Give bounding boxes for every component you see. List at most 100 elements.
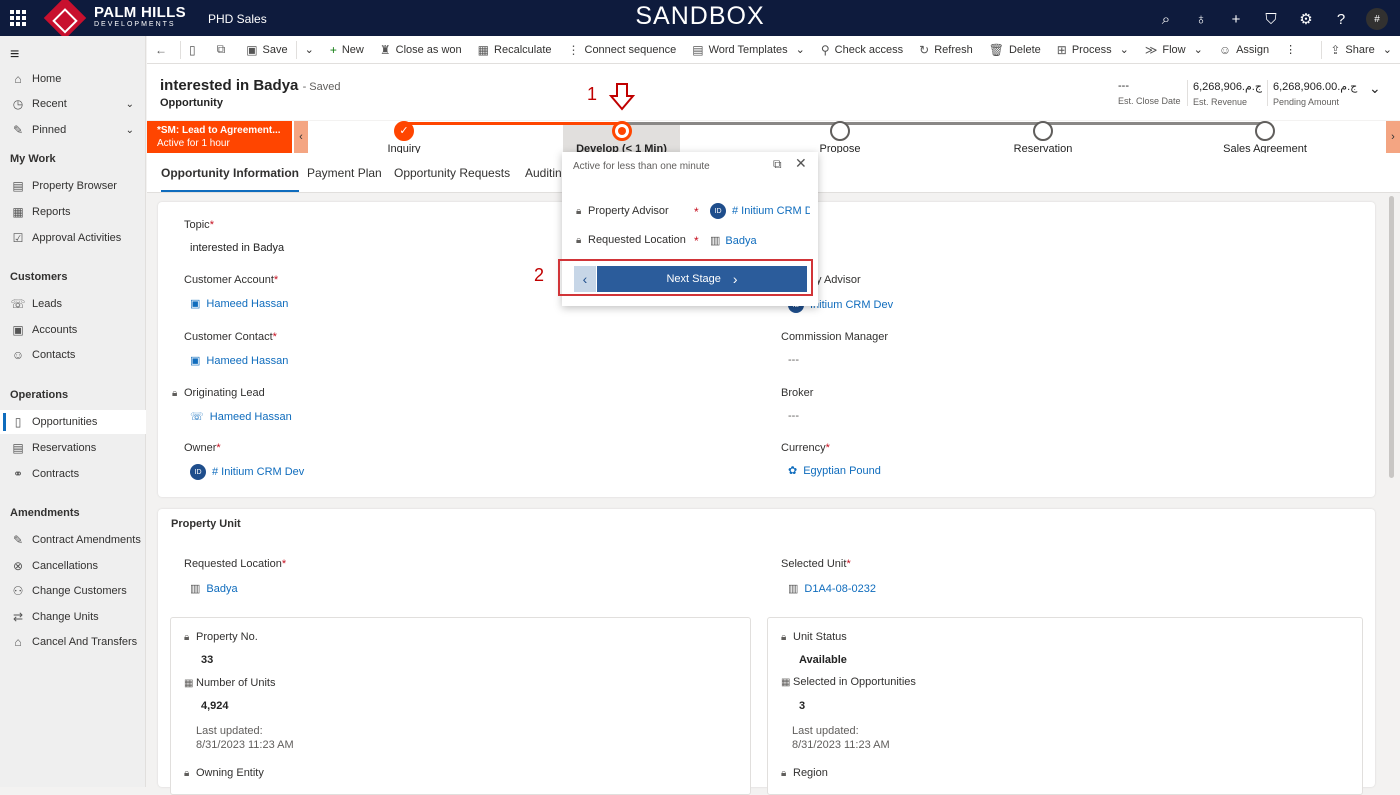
customer-contact-lookup[interactable]: ▣ Hameed Hassan (190, 354, 288, 367)
tab-payment-plan[interactable]: Payment Plan (307, 166, 382, 180)
chevron-down-icon[interactable]: ⌄ (126, 99, 134, 110)
owner-lookup[interactable]: ID # Initium CRM Dev (190, 464, 304, 480)
sidebar-item-change-customers[interactable]: ⚇ Change Customers (0, 579, 146, 603)
form-view-button[interactable]: ▯ (181, 36, 209, 64)
sidebar-item-recent[interactable]: ◷ Recent ⌄ (0, 92, 146, 116)
building-icon: ▤ (12, 179, 24, 193)
sidebar-item-contract-amendments[interactable]: ✎ Contract Amendments (0, 528, 146, 552)
commission-manager-field[interactable]: --- (788, 354, 799, 366)
property-advisor-lookup[interactable]: ID # Initium CRM D (710, 203, 810, 219)
sidebar-item-approval-activities[interactable]: ☑ Approval Activities (0, 226, 146, 250)
nav-group-heading: My Work (10, 153, 56, 165)
originating-lead-lookup[interactable]: ☏ Hameed Hassan (190, 410, 292, 423)
refresh-button[interactable]: ↻ Refresh (911, 36, 981, 64)
more-commands-button[interactable]: ⋮ (1277, 36, 1304, 64)
connect-sequence-button[interactable]: ⋮ Connect sequence (560, 36, 685, 64)
settings-icon[interactable]: ⚙ (1296, 9, 1316, 29)
sidebar-item-property-browser[interactable]: ▤ Property Browser (0, 174, 146, 198)
broker-field[interactable]: --- (788, 410, 799, 422)
bpf-previous-arrow[interactable]: ‹ (294, 121, 308, 153)
process-button[interactable]: ⊞ Process ⌄ (1049, 36, 1137, 64)
check-access-button[interactable]: ⚲ Check access (813, 36, 911, 64)
new-button[interactable]: + New (322, 36, 372, 64)
save-dropdown-button[interactable]: ⌄ (297, 36, 322, 64)
help-icon[interactable]: ? (1331, 9, 1351, 29)
sidebar-item-cancel-and-transfers[interactable]: ⌂ Cancel And Transfers (0, 630, 146, 654)
sidebar-item-leads[interactable]: ☏ Leads (0, 292, 146, 316)
sidebar-item-pinned[interactable]: ✎ Pinned ⌄ (0, 118, 146, 142)
user-avatar[interactable]: # (1366, 8, 1388, 30)
reservation-icon: ▤ (12, 441, 24, 455)
close-as-won-button[interactable]: ♜ Close as won (372, 36, 470, 64)
opportunity-icon: ▯ (14, 415, 22, 429)
dock-flyout-icon[interactable]: ⧉ (773, 157, 782, 172)
scrollbar[interactable] (1389, 196, 1394, 478)
bpf-next-arrow[interactable]: › (1386, 121, 1400, 153)
customer-account-lookup[interactable]: ▣ Hameed Hassan (190, 297, 288, 310)
hamburger-menu-icon[interactable]: ≡ (10, 46, 19, 64)
tab-auditing[interactable]: Auditin (525, 166, 562, 180)
close-icon[interactable]: ✕ (795, 155, 807, 172)
share-button[interactable]: ⇪ Share ⌄ (1322, 36, 1400, 64)
word-templates-button[interactable]: ▤ Word Templates ⌄ (684, 36, 813, 64)
expand-header-icon[interactable]: ⌄ (1369, 80, 1381, 97)
clock-icon: ◷ (12, 97, 24, 111)
field-label: Selected Unit* (781, 558, 851, 570)
building-icon: ▥ (710, 235, 721, 247)
field-label: Customer Account* (184, 274, 279, 286)
building-icon: ▥ (190, 583, 201, 595)
sidebar-item-cancellations[interactable]: ⊗ Cancellations (0, 554, 146, 578)
field-label: 🔒︎ Owning Entity (184, 767, 264, 779)
stage-reservation[interactable]: Reservation (1003, 121, 1083, 155)
chevron-down-icon: ⌄ (304, 44, 314, 56)
popout-icon: ⧉ (216, 42, 226, 56)
back-button[interactable]: ← (147, 36, 180, 64)
delete-button[interactable]: 🗑︎ Delete (981, 36, 1049, 64)
stage-sales-agreement[interactable]: Sales Agreement (1215, 121, 1315, 155)
chevron-down-icon[interactable]: ⌄ (126, 125, 134, 136)
currency-lookup[interactable]: ✿ Egyptian Pound (788, 464, 881, 477)
save-button[interactable]: ▣ Save (238, 36, 295, 64)
nav-group-heading: Operations (10, 389, 69, 401)
stage-propose[interactable]: Propose (805, 121, 875, 155)
handshake-icon: ⚭ (12, 467, 24, 481)
selected-unit-lookup[interactable]: ▥ D1A4-08-0232 (788, 582, 876, 595)
open-new-window-button[interactable]: ⧉ (209, 36, 239, 64)
sidebar-item-change-units[interactable]: ⇄ Change Units (0, 605, 146, 629)
avatar: ID (190, 464, 206, 480)
field-label: 🔒︎ Property Advisor (576, 205, 669, 217)
people-swap-icon: ⚇ (12, 584, 24, 598)
approval-icon: ☑ (12, 231, 24, 245)
filter-icon[interactable]: ⛉ (1261, 9, 1281, 29)
lightbulb-icon[interactable]: ♁ (1191, 9, 1211, 29)
chevron-down-icon: ⌄ (1119, 44, 1129, 56)
lead-icon: ☏ (10, 297, 26, 311)
requested-location-lookup[interactable]: ▥ Badya (190, 582, 238, 595)
lock-icon: 🔒︎ (184, 768, 190, 779)
lock-icon: 🔒︎ (576, 235, 582, 246)
tab-opportunity-information[interactable]: Opportunity Information (161, 166, 299, 192)
plus-icon[interactable]: + (1226, 9, 1246, 29)
tab-opportunity-requests[interactable]: Opportunity Requests (394, 166, 510, 180)
sidebar-item-contacts[interactable]: ☺ Contacts (0, 343, 146, 367)
currency-icon: ✿ (788, 465, 798, 477)
sidebar-item-accounts[interactable]: ▣ Accounts (0, 318, 146, 342)
topic-field[interactable]: interested in Badya (190, 242, 284, 254)
search-icon[interactable]: ⌕ (1156, 9, 1176, 29)
stage-status-text: Active for less than one minute (573, 161, 710, 172)
sidebar-item-opportunities[interactable]: ▯ Opportunities (0, 410, 146, 434)
requested-location-lookup[interactable]: ▥ Badya (710, 234, 757, 247)
active-process-indicator[interactable]: *SM: Lead to Agreement... Active for 1 h… (147, 121, 292, 153)
sidebar-item-reports[interactable]: ▦ Reports (0, 200, 146, 224)
assign-button[interactable]: ☺ Assign (1211, 36, 1277, 64)
recalculate-button[interactable]: ▦ Recalculate (470, 36, 560, 64)
stage-inquiry[interactable]: ✓ Inquiry (369, 121, 439, 155)
field-label: 🔒︎ Property No. (184, 631, 258, 643)
sidebar-item-contracts[interactable]: ⚭ Contracts (0, 462, 146, 486)
sidebar-item-home[interactable]: ⌂ Home (0, 67, 146, 91)
stage-develop[interactable]: Develop (< 1 Min) (563, 121, 680, 155)
flow-button[interactable]: ≫ Flow ⌄ (1137, 36, 1211, 64)
sidebar-item-reservations[interactable]: ▤ Reservations (0, 436, 146, 460)
annotation-number-2: 2 (534, 265, 545, 285)
lock-icon: 🔒︎ (781, 632, 787, 643)
